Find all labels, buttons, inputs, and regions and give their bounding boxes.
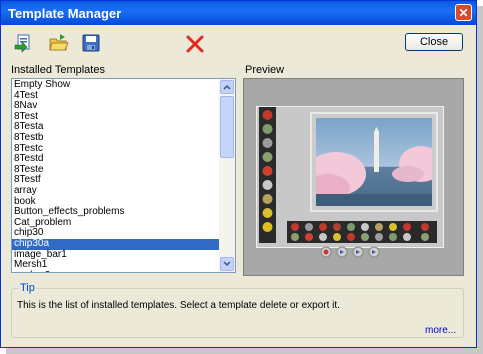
import-template-icon[interactable] [14,33,34,53]
preview-nav-buttons [320,246,384,261]
preview-photo-frame [310,112,438,212]
tip-text: This is the list of installed templates.… [17,300,340,311]
list-item[interactable]: Empty Show [12,79,219,91]
list-item[interactable]: 8Nav [12,101,219,112]
preview-button-column [259,107,276,243]
chevron-up-icon [223,84,231,90]
list-item[interactable]: 4Test [12,90,219,102]
close-button[interactable]: Close [405,33,463,51]
window-close-button[interactable]: ✕ [455,4,472,21]
scroll-down-button[interactable] [220,257,234,271]
list-item[interactable]: 8Test [12,111,219,123]
installed-templates-label: Installed Templates [11,64,105,76]
preview-label: Preview [245,64,285,76]
title-bar: Template Manager ✕ [1,1,476,25]
list-item[interactable]: 8Teste [12,164,219,176]
list-item[interactable]: 8Testc [12,143,219,155]
preview-thumbnail-row [287,221,437,246]
list-item[interactable]: 8Testf [12,175,219,186]
list-item[interactable]: chip30a [12,238,219,250]
list-item[interactable]: 8Testd [12,154,219,165]
window-title: Template Manager [8,6,122,21]
chevron-down-icon [223,261,231,267]
scroll-up-button[interactable] [220,80,234,94]
more-link[interactable]: more... [425,325,456,336]
scroll-thumb[interactable] [220,96,234,158]
list-scrollbar[interactable] [219,79,235,272]
tip-title: Tip [18,282,37,294]
list-item[interactable]: array [12,185,219,197]
delete-x-icon[interactable] [185,34,205,54]
preview-photo [316,118,432,206]
tip-groupbox [11,288,464,338]
list-item[interactable]: 8Testa [12,122,219,133]
save-disk-icon[interactable] [81,33,101,53]
list-item[interactable]: 8Testb [12,132,219,144]
templates-listbox[interactable]: Empty Show 4Test 8Nav 8Test 8Testa 8Testb 8Tes… [11,78,236,273]
list-item[interactable]: Cat_problem [12,217,219,229]
open-folder-icon[interactable] [48,33,69,53]
list-item[interactable]: navbar2 [12,270,219,272]
